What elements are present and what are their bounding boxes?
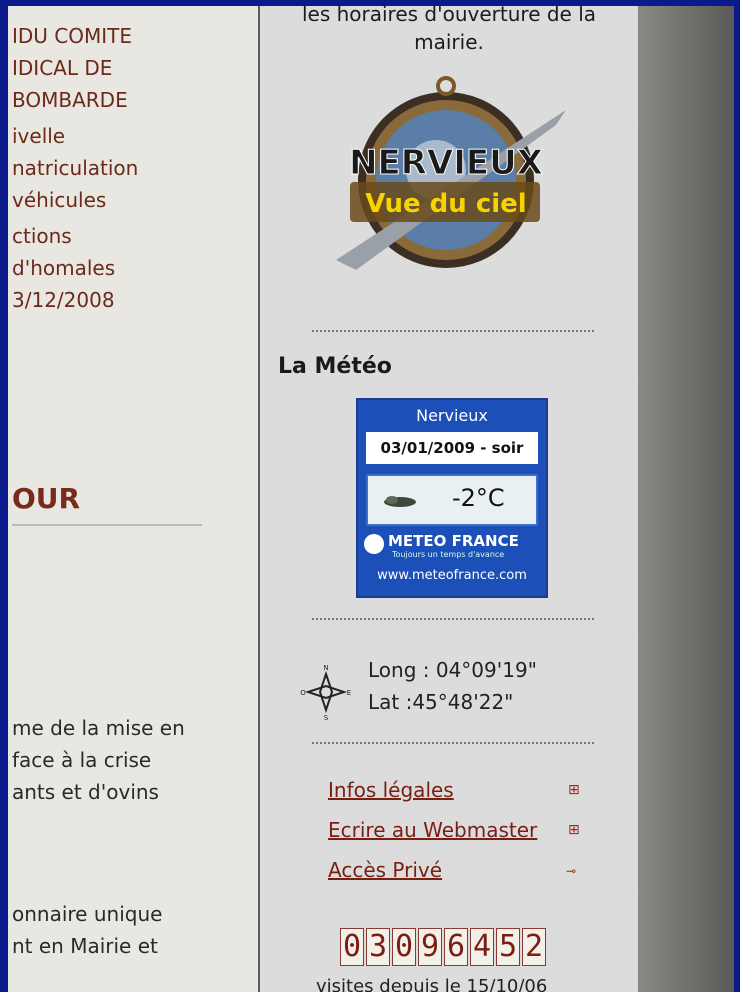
svg-text:E: E — [347, 689, 351, 697]
photo-frame: IDU COMITE IDICAL DE BOMBARDE ivelle nat… — [8, 6, 734, 992]
temperature-value: -2°C — [452, 484, 505, 512]
link-acces-prive[interactable]: Accès Privé — [328, 858, 442, 882]
longitude: Long : 04°09'19" — [368, 658, 537, 682]
paragraph-line: nt en Mairie et — [12, 934, 158, 958]
counter-digit: 3 — [366, 928, 390, 966]
left-item-2[interactable]: ivelle natriculation véhicules — [12, 120, 138, 216]
meteo-france-logo-icon — [364, 534, 384, 554]
weather-city: Nervieux — [416, 406, 488, 425]
svg-text:S: S — [324, 714, 329, 722]
left-item-1[interactable]: IDU COMITE IDICAL DE BOMBARDE — [12, 20, 132, 116]
counter-digit: 2 — [522, 928, 546, 966]
section-divider — [312, 618, 594, 620]
counter-digit: 5 — [496, 928, 520, 966]
meteo-url[interactable]: www.meteofrance.com — [358, 568, 546, 583]
hours-text-2: mairie. — [414, 30, 484, 54]
section-divider — [312, 742, 594, 744]
meteo-title: La Météo — [278, 354, 392, 379]
paragraph-line: me de la mise en — [12, 716, 185, 740]
left-item-2-line: natriculation — [12, 156, 139, 180]
left-item-2-line: ivelle — [12, 124, 66, 148]
counter-digit: 0 — [340, 928, 364, 966]
heading-divider — [12, 524, 202, 526]
screen-edge-shadow — [638, 6, 734, 992]
key-icon[interactable]: ⊸ — [566, 864, 576, 878]
meteo-tagline: Toujours un temps d'avance — [392, 550, 505, 559]
weather-widget[interactable]: Nervieux 03/01/2009 - soir -2°C METEO FR… — [356, 398, 548, 598]
hours-text: les horaires d'ouverture de la — [301, 6, 597, 26]
paragraph-line: onnaire unique — [12, 902, 163, 926]
right-sidebar: les horaires d'ouverture de la mairie. N… — [260, 6, 638, 992]
visit-counter: 0 3 0 9 6 4 5 2 — [340, 928, 546, 966]
left-item-3-line: ctions — [12, 224, 72, 248]
logo-word-2: Vue du ciel — [365, 189, 526, 219]
plus-box-icon[interactable]: ⊞ — [568, 782, 580, 798]
left-item-1-line: IDICAL DE — [12, 56, 113, 80]
counter-digit: 0 — [392, 928, 416, 966]
nervieux-logo[interactable]: NERVIEUX Vue du ciel — [316, 70, 576, 280]
counter-digit: 9 — [418, 928, 442, 966]
left-item-2-line: véhicules — [12, 188, 107, 212]
counter-caption: visites depuis le 15/10/06 — [316, 976, 548, 992]
left-item-3-line: d'homales — [12, 256, 116, 280]
counter-digit: 6 — [444, 928, 468, 966]
latitude: Lat :45°48'22" — [368, 690, 514, 714]
counter-digit: 4 — [470, 928, 494, 966]
link-webmaster[interactable]: Ecrire au Webmaster — [328, 818, 537, 842]
cloud-icon — [384, 496, 416, 507]
svg-text:N: N — [323, 664, 328, 672]
left-item-3-line: 3/12/2008 — [12, 288, 115, 312]
left-item-1-line: BOMBARDE — [12, 88, 128, 112]
left-paragraph-1: me de la mise en face à la crise ants et… — [12, 712, 185, 808]
left-item-1-line: IDU COMITE — [12, 24, 133, 48]
temperature-panel: -2°C — [366, 474, 538, 526]
logo-word-1: NERVIEUX — [349, 143, 543, 183]
weather-date: 03/01/2009 - soir — [366, 432, 538, 464]
section-heading: OUR — [12, 482, 81, 515]
paragraph-line: ants et d'ovins — [12, 780, 159, 804]
plus-box-icon[interactable]: ⊞ — [568, 822, 580, 838]
meteo-brand: METEO FRANCE — [388, 532, 519, 550]
left-item-3[interactable]: ctions d'homales 3/12/2008 — [12, 220, 115, 316]
left-column: IDU COMITE IDICAL DE BOMBARDE ivelle nat… — [8, 6, 258, 992]
compass-icon: N S O E — [300, 664, 351, 722]
section-divider — [312, 330, 594, 332]
svg-text:O: O — [300, 689, 306, 697]
paragraph-line: face à la crise — [12, 748, 152, 772]
link-infos-legales[interactable]: Infos légales — [328, 778, 454, 802]
left-paragraph-2: onnaire unique nt en Mairie et — [12, 898, 162, 962]
